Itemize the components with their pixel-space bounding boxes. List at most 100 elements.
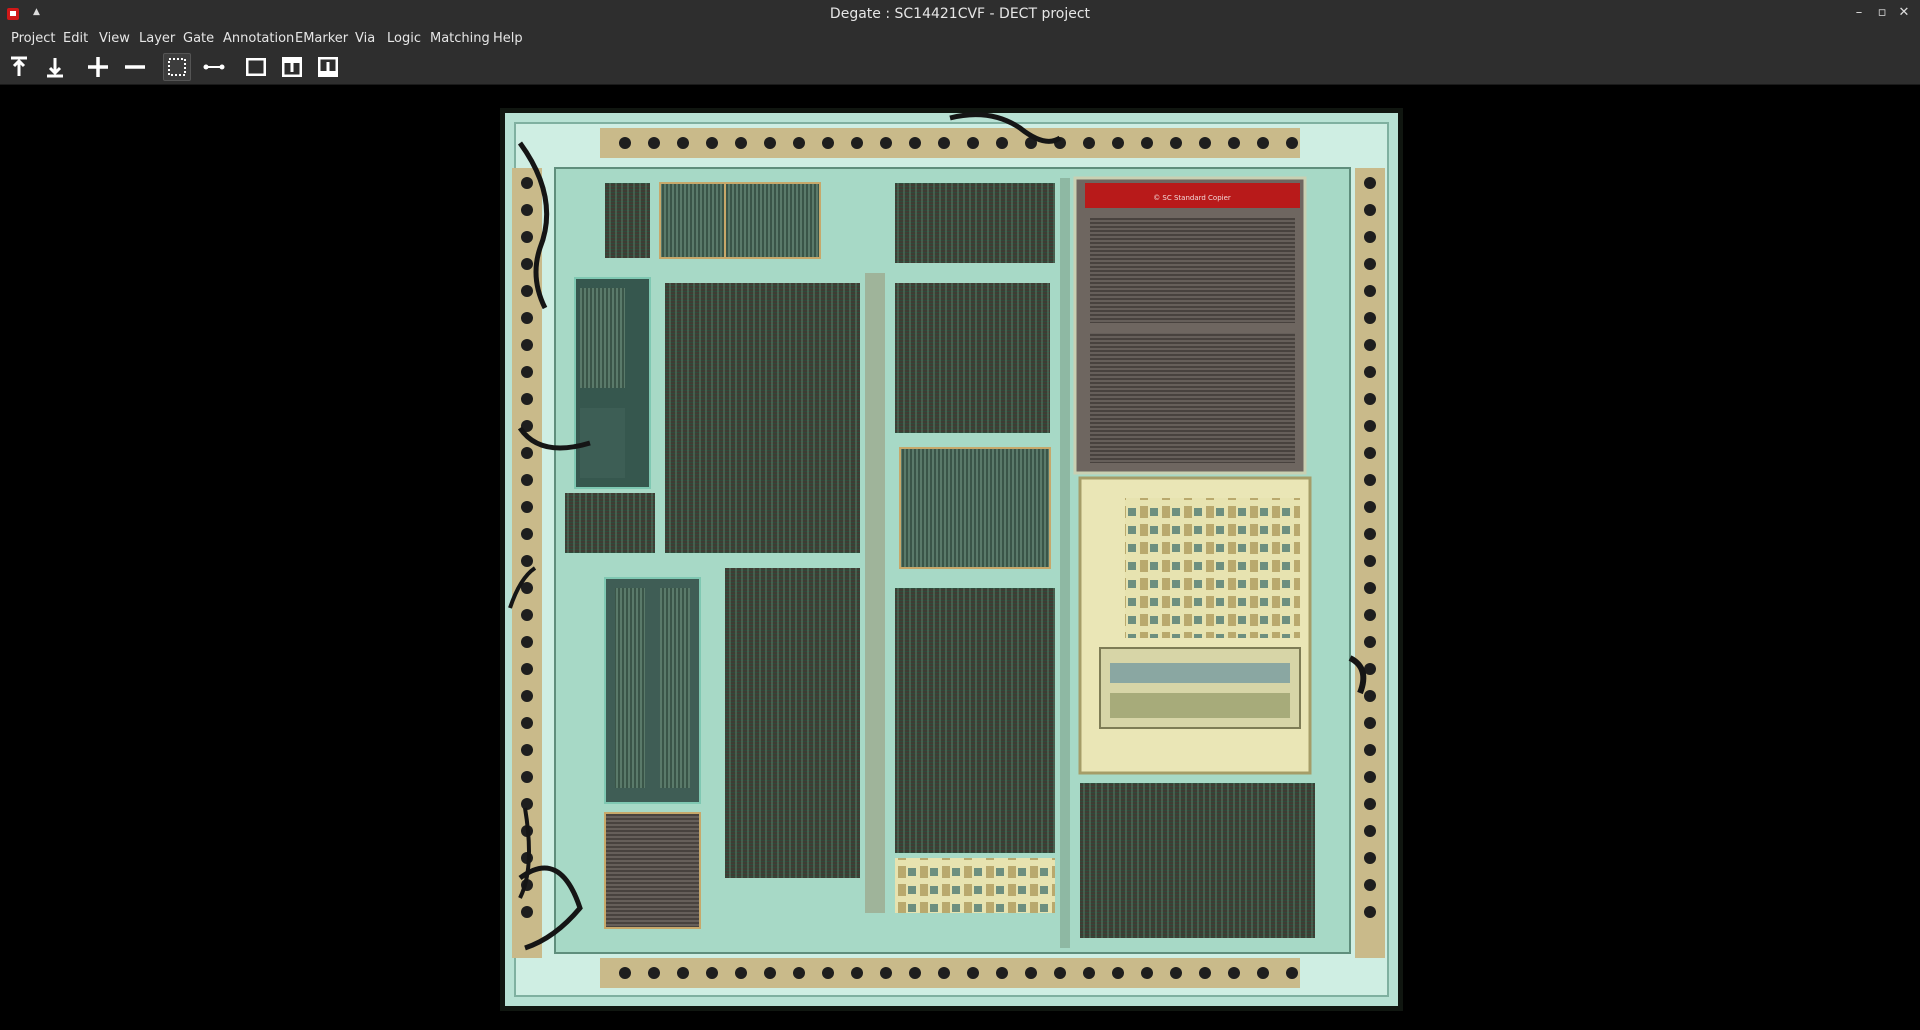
bond-pad xyxy=(1228,137,1240,149)
workspace-canvas[interactable]: © SC Standard Copier xyxy=(0,85,1920,1030)
menu-via[interactable]: Via xyxy=(355,28,375,50)
bond-pad xyxy=(1170,967,1182,979)
bond-pad xyxy=(677,137,689,149)
window-title: Degate : SC14421CVF - DECT project xyxy=(829,6,1091,22)
menu-layer[interactable]: Layer xyxy=(139,28,175,50)
bond-pad xyxy=(1025,967,1037,979)
bond-pad xyxy=(1170,137,1182,149)
bond-pad xyxy=(1199,967,1211,979)
menu-matching[interactable]: Matching xyxy=(430,28,490,50)
bond-pad xyxy=(764,967,776,979)
bond-pad xyxy=(996,967,1008,979)
bond-pad xyxy=(521,393,533,405)
bond-pad xyxy=(938,137,950,149)
bond-pad xyxy=(1141,137,1153,149)
bond-pad xyxy=(1364,474,1376,486)
minimize-button[interactable]: – xyxy=(1852,5,1866,20)
bond-pad xyxy=(706,967,718,979)
bond-pad xyxy=(1364,798,1376,810)
menu-logic[interactable]: Logic xyxy=(387,28,421,50)
wire-tool-button[interactable] xyxy=(200,53,228,81)
bond-pad xyxy=(880,137,892,149)
bond-pad xyxy=(1364,879,1376,891)
menu-help[interactable]: Help xyxy=(493,28,523,50)
bond-pad xyxy=(822,967,834,979)
bond-pad xyxy=(521,447,533,459)
bond-pad xyxy=(1364,825,1376,837)
bond-pad xyxy=(521,744,533,756)
bond-pad xyxy=(1083,137,1095,149)
bond-pad xyxy=(1364,231,1376,243)
bond-pad xyxy=(1364,420,1376,432)
menu-edit[interactable]: Edit xyxy=(63,28,88,50)
bond-pad xyxy=(1364,717,1376,729)
maximize-button[interactable]: ▫ xyxy=(1875,5,1889,20)
menu-annotation[interactable]: Annotation xyxy=(223,28,294,50)
bond-pad xyxy=(521,258,533,270)
bond-pad xyxy=(521,906,533,918)
zoom-out-button[interactable] xyxy=(121,53,149,81)
bond-pad xyxy=(521,663,533,675)
bond-pad xyxy=(967,967,979,979)
bond-pad xyxy=(1364,366,1376,378)
bond-pad xyxy=(996,137,1008,149)
arrow-down-icon xyxy=(47,58,63,78)
close-button[interactable]: ✕ xyxy=(1897,5,1911,20)
menu-gate[interactable]: Gate xyxy=(183,28,214,50)
bond-pad xyxy=(793,137,805,149)
bond-pad xyxy=(706,137,718,149)
zoom-in-button[interactable] xyxy=(84,53,112,81)
view-mode-2-button[interactable] xyxy=(278,53,306,81)
window-top-icon xyxy=(282,57,302,77)
wire-icon xyxy=(203,64,225,70)
bond-pad xyxy=(1364,339,1376,351)
window-bottom-icon xyxy=(318,57,338,77)
bond-pad xyxy=(521,717,533,729)
layer-up-button[interactable] xyxy=(5,53,33,81)
bond-pad xyxy=(619,967,631,979)
bond-pad xyxy=(1364,285,1376,297)
bond-pad xyxy=(677,967,689,979)
bond-pad xyxy=(521,474,533,486)
view-mode-3-button[interactable] xyxy=(314,53,342,81)
menu-project[interactable]: Project xyxy=(11,28,55,50)
arrow-up-icon xyxy=(11,56,27,76)
minus-icon xyxy=(125,65,145,69)
bond-pad xyxy=(1364,312,1376,324)
bond-pad xyxy=(1364,636,1376,648)
view-mode-1-button[interactable] xyxy=(242,53,270,81)
bond-pad xyxy=(648,967,660,979)
die-image[interactable]: © SC Standard Copier xyxy=(500,108,1403,1011)
bond-pad xyxy=(619,137,631,149)
bond-pad xyxy=(938,967,950,979)
bond-pad xyxy=(1364,258,1376,270)
bond-pad xyxy=(521,312,533,324)
bond-pad xyxy=(1364,744,1376,756)
bond-pad xyxy=(1364,906,1376,918)
bond-pad xyxy=(822,137,834,149)
bond-pad xyxy=(1286,967,1298,979)
bond-pad xyxy=(880,967,892,979)
bond-pad xyxy=(1364,852,1376,864)
bond-pad xyxy=(1364,555,1376,567)
die-label: © SC Standard Copier xyxy=(1153,194,1231,202)
layer-down-button[interactable] xyxy=(41,53,69,81)
bond-pad xyxy=(1112,967,1124,979)
bond-pad xyxy=(793,967,805,979)
bond-pad xyxy=(1286,137,1298,149)
bond-pad xyxy=(1364,447,1376,459)
bond-pad xyxy=(521,528,533,540)
plus-icon xyxy=(88,57,108,77)
menu-bar: Project Edit View Layer Gate Annotation … xyxy=(0,28,1920,50)
menu-emarker[interactable]: EMarker xyxy=(295,28,348,50)
bond-pad xyxy=(735,967,747,979)
bond-pad xyxy=(1364,393,1376,405)
bond-pad xyxy=(521,231,533,243)
select-area-button[interactable] xyxy=(163,53,191,81)
bond-pad xyxy=(1228,967,1240,979)
menu-view[interactable]: View xyxy=(99,28,130,50)
bond-pad xyxy=(521,177,533,189)
bond-pad xyxy=(521,339,533,351)
bond-pad xyxy=(1364,177,1376,189)
bond-pad xyxy=(1054,967,1066,979)
